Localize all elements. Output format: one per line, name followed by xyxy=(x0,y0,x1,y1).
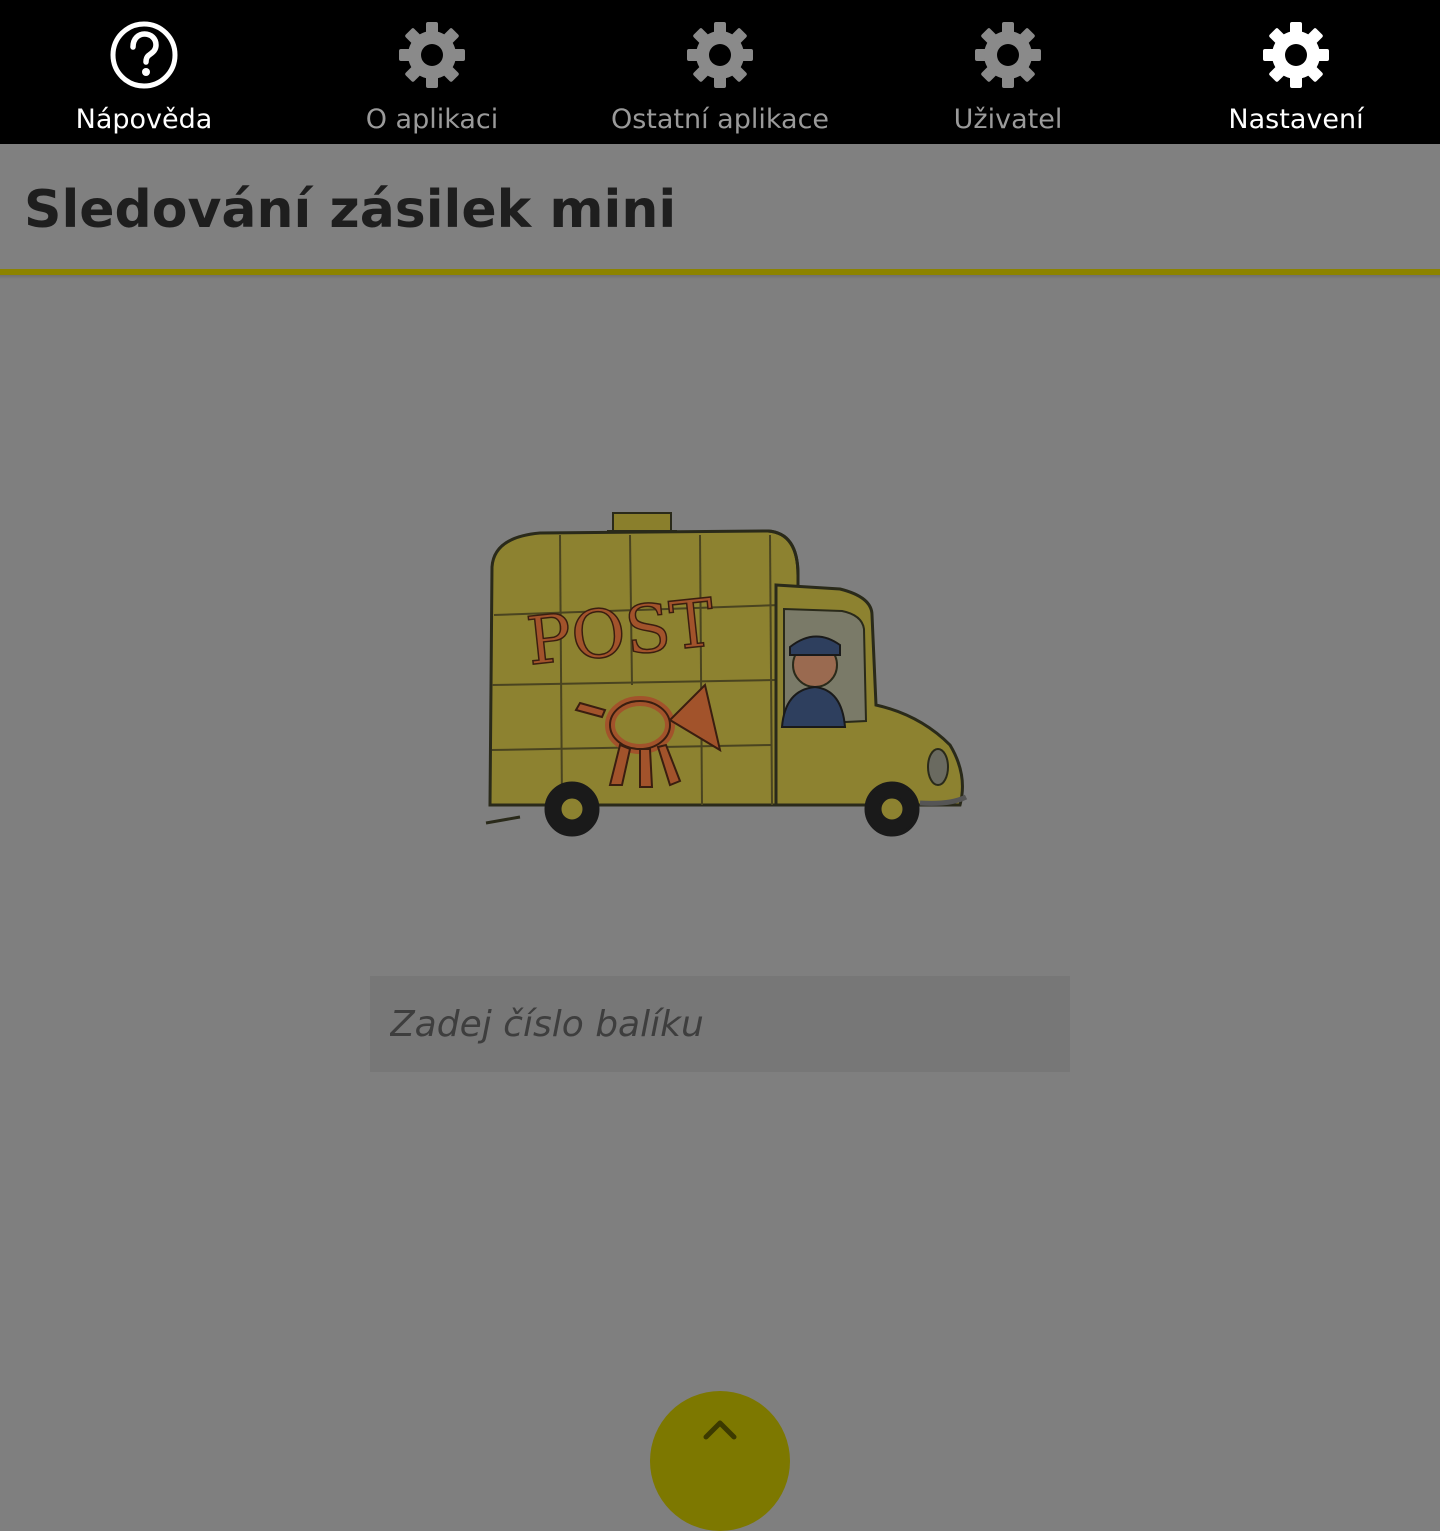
action-label: O aplikaci xyxy=(365,104,499,135)
package-number-input[interactable] xyxy=(370,976,1070,1072)
action-label: Ostatní aplikace xyxy=(610,104,830,135)
gear-icon xyxy=(687,22,753,88)
action-nastaveni[interactable]: Nastavení xyxy=(1152,0,1440,144)
action-o-aplikaci[interactable]: O aplikaci xyxy=(288,0,576,144)
post-truck-illustration: POST xyxy=(485,512,968,837)
expand-button[interactable] xyxy=(650,1391,790,1531)
action-uzivatel[interactable]: Uživatel xyxy=(864,0,1152,144)
help-circle-icon xyxy=(110,21,178,89)
page-title: Sledování zásilek mini xyxy=(24,180,677,240)
gear-icon xyxy=(399,22,465,88)
action-label: Nastavení xyxy=(1228,104,1364,135)
chevron-up-icon xyxy=(703,1420,737,1440)
action-ostatni-aplikace[interactable]: Ostatní aplikace xyxy=(576,0,864,144)
gear-icon xyxy=(975,22,1041,88)
top-action-bar: Nápověda O aplikaci Ostatní aplikace Uži… xyxy=(0,0,1440,144)
action-napoveda[interactable]: Nápověda xyxy=(0,0,288,144)
title-divider-shadow xyxy=(0,275,1440,279)
action-label: Nápověda xyxy=(75,104,213,135)
gear-icon xyxy=(1263,22,1329,88)
package-number-field[interactable] xyxy=(370,976,1070,1072)
title-bar: Sledování zásilek mini xyxy=(0,144,1440,270)
action-label: Uživatel xyxy=(953,104,1063,135)
